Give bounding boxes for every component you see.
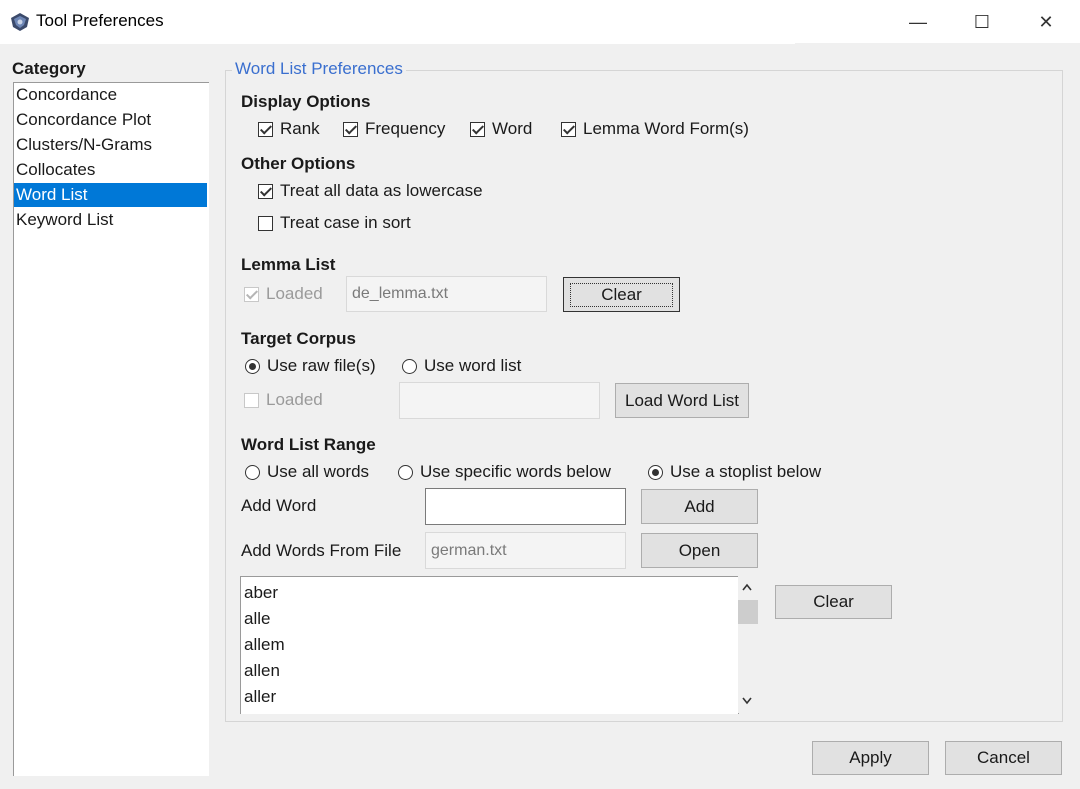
radio-unselected-icon xyxy=(402,358,417,374)
checkbox-checked-icon xyxy=(258,121,273,137)
rank-label: Rank xyxy=(280,119,320,138)
add-word-input[interactable] xyxy=(425,488,626,525)
use-word-list-radio[interactable]: Use word list xyxy=(402,356,521,376)
add-word-label: Add Word xyxy=(241,496,317,515)
lemma-file-field: de_lemma.txt xyxy=(346,276,547,312)
category-header: Category xyxy=(12,59,86,78)
group-legend: Word List Preferences xyxy=(232,59,406,79)
scroll-up-icon[interactable] xyxy=(741,582,753,592)
use-specific-words-radio[interactable]: Use specific words below xyxy=(398,462,611,482)
use-specific-words-label: Use specific words below xyxy=(420,462,611,481)
list-item[interactable]: aller xyxy=(244,687,276,707)
close-icon: ✕ xyxy=(1038,11,1054,32)
lowercase-label: Treat all data as lowercase xyxy=(280,181,483,200)
word-list-range-title: Word List Range xyxy=(241,435,376,454)
checkbox-unchecked-icon xyxy=(258,215,273,231)
lowercase-checkbox[interactable]: Treat all data as lowercase xyxy=(258,181,483,201)
case-sort-checkbox[interactable]: Treat case in sort xyxy=(258,213,411,233)
corpus-loaded-label: Loaded xyxy=(266,390,323,409)
corpus-loaded-checkbox: Loaded xyxy=(244,390,323,410)
radio-selected-icon xyxy=(245,358,260,374)
use-raw-files-label: Use raw file(s) xyxy=(267,356,376,375)
frequency-checkbox[interactable]: Frequency xyxy=(343,119,445,139)
stoplist-file-field: german.txt xyxy=(425,532,626,569)
lemma-form-label: Lemma Word Form(s) xyxy=(583,119,749,138)
checkbox-checked-icon xyxy=(561,121,576,137)
use-raw-files-radio[interactable]: Use raw file(s) xyxy=(245,356,376,376)
scroll-down-icon[interactable] xyxy=(741,696,753,706)
other-options-title: Other Options xyxy=(241,154,356,173)
use-stoplist-radio[interactable]: Use a stoplist below xyxy=(648,462,821,482)
scrollbar-thumb[interactable] xyxy=(738,600,758,624)
category-item-clusters-ngrams[interactable]: Clusters/N-Grams xyxy=(14,133,207,157)
frequency-label: Frequency xyxy=(365,119,446,138)
case-sort-label: Treat case in sort xyxy=(280,213,411,232)
maximize-button[interactable]: ☐ xyxy=(952,0,1012,44)
stoplist-listbox[interactable]: aber alle allem allen aller xyxy=(240,576,739,714)
list-item[interactable]: allem xyxy=(244,635,285,655)
checkbox-checked-icon xyxy=(244,286,259,302)
lemma-loaded-checkbox: Loaded xyxy=(244,284,323,304)
word-checkbox[interactable]: Word xyxy=(470,119,532,139)
display-options-title: Display Options xyxy=(241,92,371,111)
apply-button[interactable]: Apply xyxy=(812,741,929,775)
add-words-from-file-label: Add Words From File xyxy=(241,541,402,560)
radio-unselected-icon xyxy=(245,464,260,480)
minimize-button[interactable]: — xyxy=(888,0,948,44)
minimize-icon: — xyxy=(909,11,927,32)
category-item-collocates[interactable]: Collocates xyxy=(14,158,207,182)
use-all-words-label: Use all words xyxy=(267,462,370,481)
category-item-concordance-plot[interactable]: Concordance Plot xyxy=(14,108,207,132)
open-file-button[interactable]: Open xyxy=(641,533,758,568)
lemma-clear-label: Clear xyxy=(570,282,673,307)
checkbox-checked-icon xyxy=(343,121,358,137)
stoplist-scrollbar[interactable] xyxy=(738,576,758,713)
category-item-word-list[interactable]: Word List xyxy=(14,183,207,207)
lemma-form-checkbox[interactable]: Lemma Word Form(s) xyxy=(561,119,749,139)
list-item[interactable]: allen xyxy=(244,661,280,681)
checkbox-checked-icon xyxy=(470,121,485,137)
lemma-list-title: Lemma List xyxy=(241,255,336,274)
checkbox-unchecked-icon xyxy=(244,392,259,408)
target-corpus-title: Target Corpus xyxy=(241,329,356,348)
maximize-icon: ☐ xyxy=(973,11,991,32)
category-item-concordance[interactable]: Concordance xyxy=(14,83,207,107)
rank-checkbox[interactable]: Rank xyxy=(258,119,320,139)
load-word-list-button[interactable]: Load Word List xyxy=(615,383,749,418)
radio-unselected-icon xyxy=(398,464,413,480)
titlebar-divider xyxy=(795,43,1080,45)
list-item[interactable]: alle xyxy=(244,609,270,629)
stoplist-clear-button[interactable]: Clear xyxy=(775,585,892,619)
category-item-keyword-list[interactable]: Keyword List xyxy=(14,208,207,232)
app-icon xyxy=(11,13,29,31)
word-label: Word xyxy=(492,119,533,138)
use-stoplist-label: Use a stoplist below xyxy=(670,462,822,481)
radio-selected-icon xyxy=(648,464,663,480)
close-button[interactable]: ✕ xyxy=(1016,0,1076,44)
window-title: Tool Preferences xyxy=(36,11,164,30)
lemma-loaded-label: Loaded xyxy=(266,284,323,303)
lemma-clear-button[interactable]: Clear xyxy=(563,277,680,312)
list-item[interactable]: aber xyxy=(244,583,278,603)
add-word-button[interactable]: Add xyxy=(641,489,758,524)
corpus-file-field xyxy=(399,382,600,419)
use-word-list-label: Use word list xyxy=(424,356,522,375)
use-all-words-radio[interactable]: Use all words xyxy=(245,462,369,482)
category-list[interactable]: Concordance Concordance Plot Clusters/N-… xyxy=(13,82,209,776)
checkbox-checked-icon xyxy=(258,183,273,199)
cancel-button[interactable]: Cancel xyxy=(945,741,1062,775)
